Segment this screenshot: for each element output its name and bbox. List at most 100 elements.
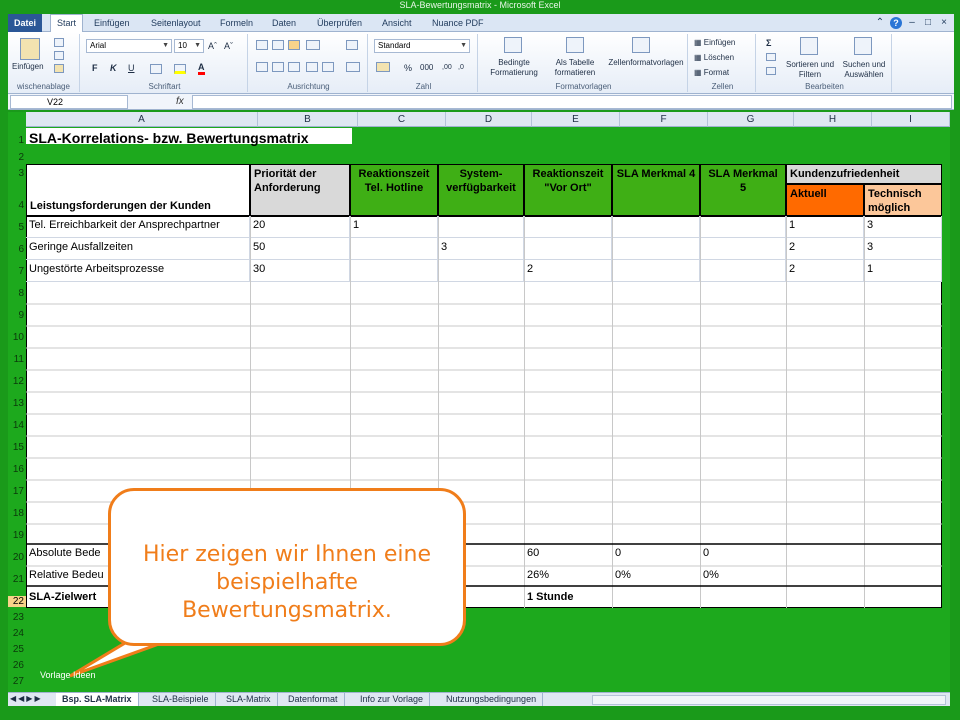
align-top-icon[interactable] (256, 40, 268, 50)
cell-f21[interactable]: 0% (612, 566, 700, 586)
decrease-decimal-button[interactable]: ,0 (458, 62, 464, 74)
align-left-icon[interactable] (256, 62, 268, 72)
row-header[interactable]: 3 (8, 168, 26, 179)
row-header[interactable]: 15 (8, 442, 26, 453)
align-bottom-icon[interactable] (288, 40, 300, 50)
horizontal-scrollbar[interactable] (592, 695, 946, 705)
column-header-b[interactable]: B (258, 112, 358, 127)
align-center-icon[interactable] (272, 62, 284, 72)
insert-function-icon[interactable]: fx (176, 95, 184, 109)
formula-input[interactable] (192, 95, 952, 109)
fill-color-icon[interactable] (174, 64, 186, 74)
percent-button[interactable]: % (404, 62, 412, 74)
conditional-formatting-button[interactable]: Bedingte Formatierung (482, 58, 546, 78)
row-header[interactable]: 12 (8, 376, 26, 387)
header-priority[interactable]: Priorität der Anforderung (250, 164, 350, 216)
find-select-icon[interactable] (854, 37, 872, 55)
paste-icon[interactable] (20, 38, 40, 60)
find-select-button[interactable]: Suchen und Auswählen (838, 60, 890, 80)
align-middle-icon[interactable] (272, 40, 284, 50)
name-box[interactable]: V22 (10, 95, 128, 109)
row-header[interactable]: 18 (8, 508, 26, 519)
tab-page-layout[interactable]: Seitenlayout (145, 15, 207, 31)
sheet-tab-nutzungsbedingungen[interactable]: Nutzungsbedingungen (440, 693, 544, 706)
row-header[interactable]: 4 (8, 200, 26, 211)
sheet-tab-datenformat[interactable]: Datenformat (282, 693, 345, 706)
tab-view[interactable]: Ansicht (376, 15, 418, 31)
merge-cells-icon[interactable] (346, 62, 360, 72)
row-header[interactable]: 9 (8, 310, 26, 321)
grow-font-icon[interactable]: Aˆ (208, 40, 217, 52)
tab-nuance-pdf[interactable]: Nuance PDF (426, 15, 490, 31)
sheet-tab-sla-matrix[interactable]: SLA-Matrix (220, 693, 278, 706)
orientation-icon[interactable] (306, 40, 320, 50)
sheet-nav-arrows-icon[interactable]: ◀◀▶▶ (10, 694, 43, 703)
row-header[interactable]: 5 (8, 222, 26, 233)
column-header-h[interactable]: H (794, 112, 872, 127)
tab-insert[interactable]: Einfügen (88, 15, 136, 31)
autosum-icon[interactable]: Σ (766, 37, 771, 49)
column-header-c[interactable]: C (358, 112, 446, 127)
number-format-select[interactable]: Standard ▼ (374, 39, 470, 53)
row-header[interactable]: 6 (8, 244, 26, 255)
font-color-icon[interactable]: A (198, 62, 205, 75)
row-header[interactable]: 26 (8, 660, 26, 671)
header-sla-5[interactable]: SLA Merkmal 5 (700, 164, 786, 216)
restore-icon[interactable]: □ (922, 17, 934, 29)
row-header[interactable]: 7 (8, 266, 26, 277)
tab-review[interactable]: Überprüfen (311, 15, 368, 31)
row-header[interactable]: 2 (8, 152, 26, 163)
cell-g20[interactable]: 0 (700, 544, 786, 566)
minimize-ribbon-icon[interactable]: ⌃ (874, 17, 886, 29)
header-requirements[interactable]: Leistungsforderungen der Kunden (26, 164, 250, 216)
sort-filter-button[interactable]: Sortieren und Filtern (784, 60, 836, 80)
sort-filter-icon[interactable] (800, 37, 818, 55)
increase-indent-icon[interactable] (322, 62, 334, 72)
clear-icon[interactable] (766, 67, 776, 75)
copy-icon[interactable] (54, 51, 64, 60)
row-header[interactable]: 21 (8, 574, 26, 585)
increase-decimal-button[interactable]: ,00 (442, 62, 452, 74)
cut-icon[interactable] (54, 38, 64, 47)
align-right-icon[interactable] (288, 62, 300, 72)
underline-button[interactable]: U (128, 62, 135, 74)
header-customer-satisfaction[interactable]: Kundenzufriedenheit (786, 164, 942, 184)
font-name-select[interactable]: Arial ▼ (86, 39, 172, 53)
header-response-hotline[interactable]: Reaktionszeit Tel. Hotline (350, 164, 438, 216)
insert-cells-button[interactable]: ▦ Einfügen (694, 38, 735, 48)
bold-button[interactable]: F (92, 62, 98, 74)
sheet-tab-bsp-sla-matrix[interactable]: Bsp. SLA-Matrix (56, 693, 139, 706)
shrink-font-icon[interactable]: Aˇ (224, 40, 233, 52)
cell-g21[interactable]: 0% (700, 566, 786, 586)
fill-icon[interactable] (766, 53, 776, 61)
row-header[interactable]: 8 (8, 288, 26, 299)
border-icon[interactable] (150, 64, 162, 74)
format-painter-icon[interactable] (54, 64, 64, 73)
header-sla-4[interactable]: SLA Merkmal 4 (612, 164, 700, 216)
cell-e20[interactable]: 60 (524, 544, 612, 566)
row-header[interactable]: 24 (8, 628, 26, 639)
row-header[interactable]: 13 (8, 398, 26, 409)
header-current[interactable]: Aktuell (786, 184, 864, 216)
delete-cells-button[interactable]: ▦ Löschen (694, 53, 734, 63)
sheet-tab-sla-beispiele[interactable]: SLA-Beispiele (146, 693, 216, 706)
minimize-icon[interactable]: – (906, 17, 918, 29)
cell-styles-button[interactable]: Zellenformatvorlagen (604, 58, 688, 68)
cell-e22[interactable]: 1 Stunde (524, 588, 612, 608)
row-header[interactable]: 1 (8, 135, 26, 146)
row-header[interactable]: 20 (8, 552, 26, 563)
currency-icon[interactable] (376, 62, 390, 72)
row-header[interactable]: 11 (8, 354, 26, 365)
tab-formulas[interactable]: Formeln (214, 15, 259, 31)
format-cells-button[interactable]: ▦ Format (694, 68, 729, 78)
row-header-selected[interactable]: 22 (8, 596, 26, 607)
help-icon[interactable]: ? (890, 17, 902, 29)
row-header[interactable]: 23 (8, 612, 26, 623)
column-header-d[interactable]: D (446, 112, 532, 127)
cell-e21[interactable]: 26% (524, 566, 612, 586)
italic-button[interactable]: K (110, 62, 117, 74)
tab-start[interactable]: Start (50, 14, 84, 32)
row-header[interactable]: 19 (8, 530, 26, 541)
cell-f20[interactable]: 0 (612, 544, 700, 566)
decrease-indent-icon[interactable] (306, 62, 318, 72)
